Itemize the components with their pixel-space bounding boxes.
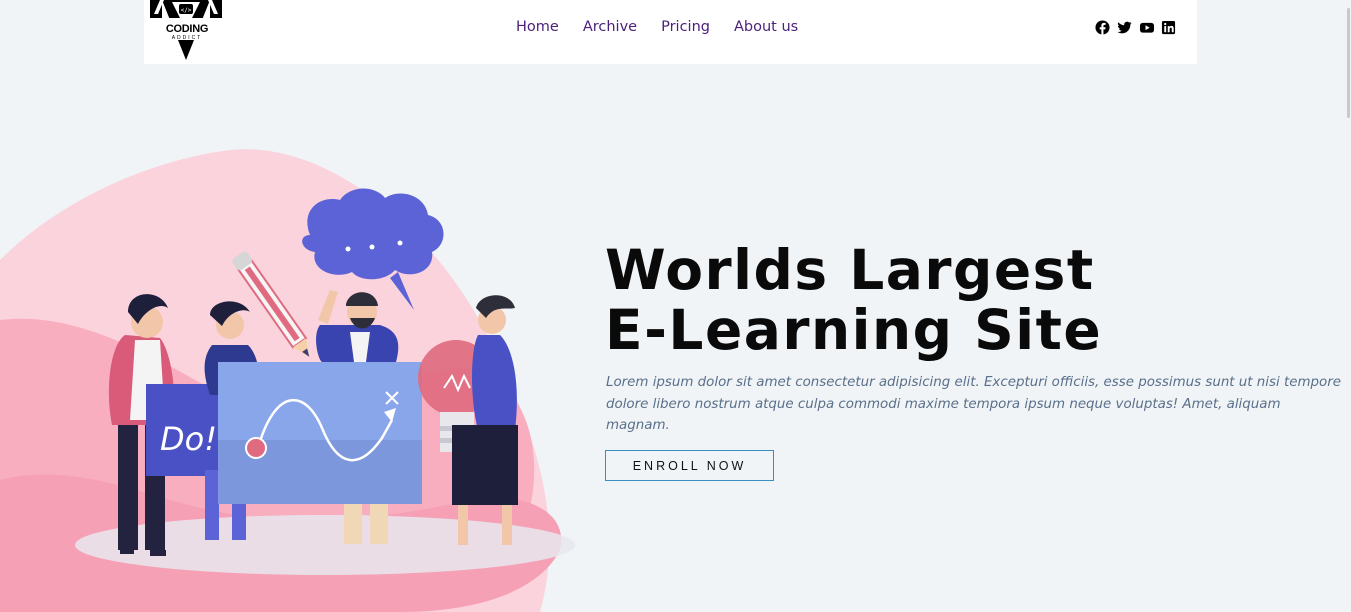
nav-about-link[interactable]: About us <box>734 19 798 35</box>
twitter-icon[interactable] <box>1117 20 1132 35</box>
hero-title-line-1: Worlds Largest <box>605 238 1095 302</box>
scrollbar-thumb[interactable] <box>1347 8 1350 118</box>
facebook-icon[interactable] <box>1095 20 1110 35</box>
brand-logo[interactable]: </> CODING ADDICT <box>150 0 222 62</box>
hero-illustration: Do! <box>0 149 575 612</box>
linkedin-icon[interactable] <box>1161 20 1176 35</box>
scrollbar[interactable] <box>1345 0 1351 612</box>
logo-text: CODING <box>165 23 209 35</box>
nav-pricing-link[interactable]: Pricing <box>661 19 710 35</box>
social-links <box>1095 20 1176 35</box>
sign-text: Do! <box>160 420 217 458</box>
whiteboard <box>218 362 422 504</box>
hero-title-line-2: E-Learning Site <box>605 298 1103 362</box>
navbar: </> CODING ADDICT Home Archive Pricing A… <box>144 0 1197 64</box>
hero-title: Worlds Largest E-Learning Site <box>605 240 1125 360</box>
nav-archive-link[interactable]: Archive <box>583 19 637 35</box>
hero-description: Lorem ipsum dolor sit amet consectetur a… <box>606 375 1341 433</box>
svg-text:</>: </> <box>181 7 192 14</box>
nav-home-link[interactable]: Home <box>516 19 559 35</box>
logo-subtext: ADDICT <box>171 35 203 41</box>
enroll-now-button[interactable]: ENROLL NOW <box>605 450 774 481</box>
main-nav: Home Archive Pricing About us <box>516 19 798 35</box>
youtube-icon[interactable] <box>1139 20 1155 35</box>
